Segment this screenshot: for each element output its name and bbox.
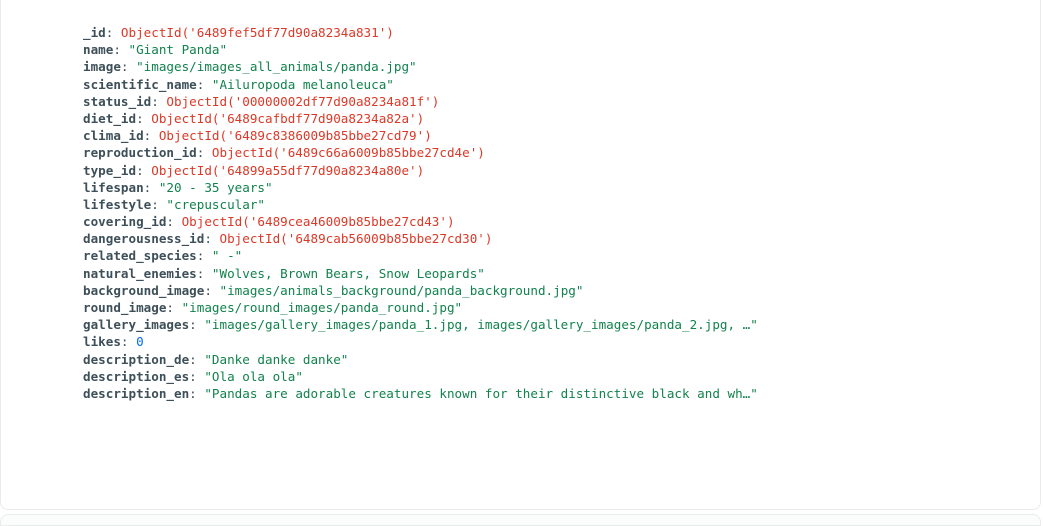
field-key: status_id <box>83 93 152 109</box>
field-value[interactable]: "images/round_images/panda_round.jpg" <box>182 300 463 315</box>
field-value[interactable]: " -" <box>212 248 242 263</box>
field-key: background_image <box>83 282 205 298</box>
field-row-dangerousness-id[interactable]: dangerousness_id: ObjectId('6489cab56009… <box>83 230 758 247</box>
field-row-lifespan[interactable]: lifespan: "20 - 35 years" <box>83 179 758 196</box>
field-row-type-id[interactable]: type_id: ObjectId('64899a55df77d90a8234a… <box>83 162 758 179</box>
field-key: name <box>83 42 114 58</box>
field-value[interactable]: "Giant Panda" <box>129 42 228 57</box>
field-row-round-image[interactable]: round_image: "images/round_images/panda_… <box>83 299 758 316</box>
field-value[interactable]: ObjectId('6489cafbdf77d90a8234a82a') <box>151 111 424 126</box>
field-key: related_species <box>83 248 197 264</box>
field-separator: : <box>166 300 182 315</box>
field-value[interactable]: ObjectId('6489cab56009b85bbe27cd30') <box>220 231 493 246</box>
field-separator: : <box>143 128 159 144</box>
field-row-diet-id[interactable]: diet_id: ObjectId('6489cafbdf77d90a8234a… <box>83 110 758 127</box>
field-separator: : <box>136 162 152 178</box>
field-value[interactable]: "Danke danke danke" <box>204 352 348 367</box>
field-key: round_image <box>83 300 167 315</box>
field-separator: : <box>143 179 159 195</box>
field-key: type_id <box>83 162 137 178</box>
field-row-description-en[interactable]: description_en: "Pandas are adorable cre… <box>83 385 758 402</box>
field-key: dangerousness_id <box>83 231 205 247</box>
field-value[interactable]: "Ailuropoda melanoleuca" <box>212 77 394 92</box>
field-value[interactable]: ObjectId('00000002df77d90a8234a81f') <box>166 94 439 109</box>
field-separator: : <box>113 42 129 58</box>
field-value[interactable]: ObjectId('64899a55df77d90a8234a80e') <box>151 163 424 178</box>
field-separator: : <box>196 76 212 92</box>
field-row-image[interactable]: image: "images/images_all_animals/panda.… <box>83 58 758 75</box>
field-row-id[interactable]: _id: ObjectId('6489fef5df77d90a8234a831'… <box>83 24 758 41</box>
field-key: likes <box>83 334 121 350</box>
field-row-reproduction-id[interactable]: reproduction_id: ObjectId('6489c66a6009b… <box>83 144 758 161</box>
field-row-clima-id[interactable]: clima_id: ObjectId('6489c8386009b85bbe27… <box>83 127 758 144</box>
field-separator: : <box>196 265 212 281</box>
field-key: clima_id <box>83 128 144 144</box>
field-key: lifespan <box>83 179 144 195</box>
field-separator: : <box>189 317 205 333</box>
field-row-covering-id[interactable]: covering_id: ObjectId('6489cea46009b85bb… <box>83 213 758 230</box>
field-row-likes[interactable]: likes: 0 <box>83 333 758 350</box>
field-value[interactable]: 0 <box>136 334 144 349</box>
field-value[interactable]: "Pandas are adorable creatures known for… <box>204 386 758 401</box>
field-separator: : <box>196 248 212 264</box>
field-row-related-species[interactable]: related_species: " -" <box>83 247 758 264</box>
field-key: natural_enemies <box>83 265 197 281</box>
field-row-natural-enemies[interactable]: natural_enemies: "Wolves, Brown Bears, S… <box>83 265 758 282</box>
field-row-scientific-name[interactable]: scientific_name: "Ailuropoda melanoleuca… <box>83 76 758 93</box>
field-value[interactable]: "20 - 35 years" <box>159 180 273 195</box>
field-separator: : <box>189 351 205 367</box>
field-row-gallery-images[interactable]: gallery_images: "images/gallery_images/p… <box>83 316 758 333</box>
field-value[interactable]: ObjectId('6489fef5df77d90a8234a831') <box>121 25 394 40</box>
field-key: image <box>83 59 121 75</box>
next-document-card[interactable] <box>0 514 1041 526</box>
field-key: reproduction_id <box>83 145 197 161</box>
field-value[interactable]: ObjectId('6489c8386009b85bbe27cd79') <box>159 128 432 143</box>
field-key: scientific_name <box>83 76 197 92</box>
field-value[interactable]: "crepuscular" <box>166 197 265 212</box>
field-key: gallery_images <box>83 317 190 333</box>
field-row-description-de[interactable]: description_de: "Danke danke danke" <box>83 351 758 368</box>
field-row-background-image[interactable]: background_image: "images/animals_backgr… <box>83 282 758 299</box>
field-separator: : <box>204 282 220 298</box>
field-row-name[interactable]: name: "Giant Panda" <box>83 41 758 58</box>
field-key: description_de <box>83 351 190 367</box>
field-row-description-es[interactable]: description_es: "Ola ola ola" <box>83 368 758 385</box>
document-card[interactable]: _id: ObjectId('6489fef5df77d90a8234a831'… <box>0 0 1041 510</box>
field-row-status-id[interactable]: status_id: ObjectId('00000002df77d90a823… <box>83 93 758 110</box>
document-field-list: _id: ObjectId('6489fef5df77d90a8234a831'… <box>83 24 758 402</box>
field-key: diet_id <box>83 110 137 126</box>
field-separator: : <box>136 110 152 126</box>
field-key: lifestyle <box>83 196 152 212</box>
field-row-lifestyle[interactable]: lifestyle: "crepuscular" <box>83 196 758 213</box>
field-value[interactable]: "Wolves, Brown Bears, Snow Leopards" <box>212 266 485 281</box>
field-value[interactable]: "Ola ola ola" <box>204 369 303 384</box>
field-separator: : <box>166 214 182 230</box>
field-separator: : <box>120 59 137 75</box>
field-separator: : <box>189 385 205 401</box>
field-value[interactable]: ObjectId('6489c66a6009b85bbe27cd4e') <box>212 145 485 160</box>
field-separator: : <box>120 334 137 350</box>
field-key: description_en <box>83 385 190 401</box>
field-value[interactable]: "images/animals_background/panda_backgro… <box>220 283 584 298</box>
field-separator: : <box>105 25 121 40</box>
field-value[interactable]: "images/images_all_animals/panda.jpg" <box>136 59 417 74</box>
field-value[interactable]: ObjectId('6489cea46009b85bbe27cd43') <box>182 214 455 229</box>
field-value[interactable]: "images/gallery_images/panda_1.jpg, imag… <box>204 317 758 332</box>
field-separator: : <box>196 145 212 161</box>
field-key: description_es <box>83 368 190 384</box>
field-key: _id <box>83 25 106 40</box>
field-separator: : <box>151 196 167 212</box>
field-separator: : <box>189 368 205 384</box>
field-separator: : <box>204 231 220 247</box>
field-key: covering_id <box>83 214 167 230</box>
field-separator: : <box>151 93 167 109</box>
